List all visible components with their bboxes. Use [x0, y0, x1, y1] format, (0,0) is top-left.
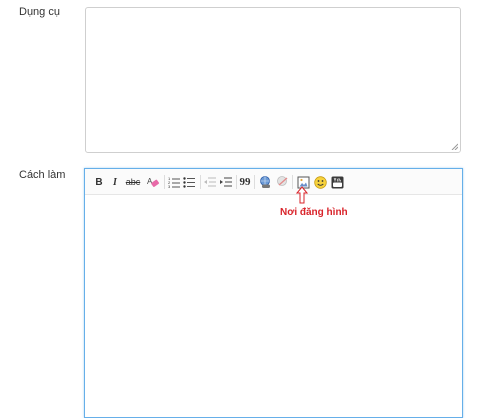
insert-youtube-button[interactable]	[330, 174, 344, 190]
editor-toolbar: B I abc A 1 2 3 99	[85, 169, 462, 195]
indent-icon	[220, 177, 232, 187]
link-globe-icon	[259, 175, 270, 188]
youtube-icon	[331, 176, 343, 188]
bold-button[interactable]: B	[93, 174, 105, 190]
bullet-list-icon	[183, 177, 195, 188]
italic-button[interactable]: I	[109, 174, 121, 190]
bullet-list-button[interactable]	[182, 174, 196, 190]
svg-text:3: 3	[168, 184, 171, 188]
up-arrow-annotation-icon	[296, 186, 308, 204]
toolbar-separator	[200, 175, 201, 189]
indent-button[interactable]	[219, 174, 233, 190]
toolbar-separator	[292, 175, 293, 189]
resize-grip-icon[interactable]	[451, 143, 458, 150]
ordered-list-button[interactable]: 1 2 3	[167, 174, 181, 190]
insert-link-button[interactable]	[258, 174, 272, 190]
image-upload-annotation: Nơi đăng hình	[280, 207, 348, 218]
eraser-icon: A	[147, 177, 159, 187]
unlink-icon	[276, 175, 287, 186]
outdent-icon	[204, 177, 216, 187]
unlink-button[interactable]	[275, 174, 289, 190]
toolbar-separator	[164, 175, 165, 189]
toolbar-separator	[236, 175, 237, 189]
outdent-button[interactable]	[203, 174, 217, 190]
label-cach-lam: Cách làm	[19, 169, 66, 181]
dung-cu-textarea[interactable]	[85, 7, 461, 153]
label-dung-cu: Dụng cụ	[19, 6, 60, 18]
blockquote-button[interactable]: 99	[239, 174, 251, 190]
insert-smiley-button[interactable]	[313, 174, 327, 190]
cach-lam-editor[interactable]: B I abc A 1 2 3 99 Nơi đăng hình	[84, 168, 463, 418]
toolbar-separator	[254, 175, 255, 189]
remove-format-button[interactable]: A	[146, 174, 160, 190]
strikethrough-button[interactable]: abc	[124, 174, 142, 190]
numbered-list-icon: 1 2 3	[168, 176, 180, 188]
smiley-icon	[313, 175, 327, 189]
